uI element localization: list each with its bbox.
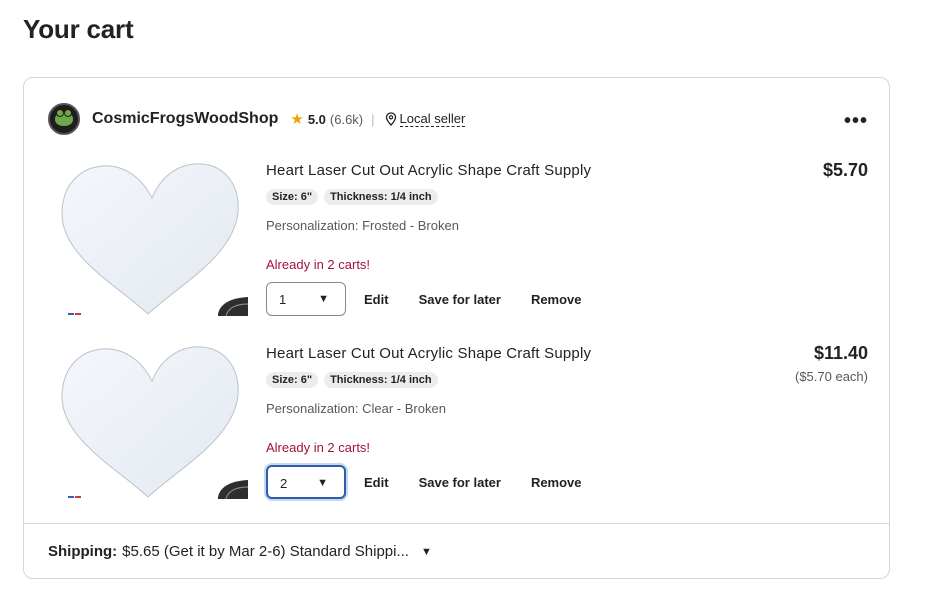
shop-header: CosmicFrogsWoodShop ★ 5.0 (6.6k) | Local… [48,102,868,136]
variant-chips: Size: 6" Thickness: 1/4 inch [266,372,438,388]
item-controls: 1 ▼ Edit Save for later Remove [266,282,582,316]
save-for-later-button[interactable]: Save for later [419,475,501,490]
item-price: $11.40 [813,343,868,363]
edit-button[interactable]: Edit [364,475,389,490]
local-seller-link[interactable]: Local seller [399,111,466,127]
quantity-value: 2 [280,476,288,491]
personalization-text: Personalization: Clear - Broken [266,401,446,416]
shop-cart-card: CosmicFrogsWoodShop ★ 5.0 (6.6k) | Local… [23,77,890,579]
shop-rating-count: (6.6k) [329,111,364,127]
star-icon: ★ [290,110,304,128]
remove-button[interactable]: Remove [531,292,582,307]
item-title-link[interactable]: Heart Laser Cut Out Acrylic Shape Craft … [266,162,591,179]
variant-chips: Size: 6" Thickness: 1/4 inch [266,189,438,205]
cart-alert: Already in 2 carts! [266,440,371,455]
variant-chip: Thickness: 1/4 inch [324,189,438,205]
map-pin-icon [385,112,396,126]
separator: | [371,111,375,127]
divider [24,523,889,524]
quantity-value: 1 [279,292,287,307]
page-title: Your cart [23,14,134,44]
variant-chip: Size: 6" [266,189,319,205]
shop-name-link[interactable]: CosmicFrogsWoodShop [92,110,278,128]
product-image[interactable] [48,339,248,499]
variant-chip: Thickness: 1/4 inch [324,372,438,388]
shop-avatar[interactable] [48,103,80,135]
cart-alert: Already in 2 carts! [266,257,371,272]
shipping-details: $5.65 (Get it by Mar 2-6) Standard Shipp… [122,543,409,560]
shop-rating: 5.0 [307,111,326,127]
product-image[interactable] [48,156,248,316]
variant-chip: Size: 6" [266,372,319,388]
item-title-link[interactable]: Heart Laser Cut Out Acrylic Shape Craft … [266,345,591,362]
remove-button[interactable]: Remove [531,475,582,490]
cart-item: Heart Laser Cut Out Acrylic Shape Craft … [48,339,868,509]
quantity-select[interactable]: 2 ▼ [266,465,346,499]
chevron-down-icon: ▼ [317,477,328,489]
shipping-label: Shipping: [48,543,118,560]
edit-button[interactable]: Edit [364,292,389,307]
quantity-select[interactable]: 1 ▼ [266,282,346,316]
personalization-text: Personalization: Frosted - Broken [266,218,459,233]
cart-item: Heart Laser Cut Out Acrylic Shape Craft … [48,156,868,326]
item-unit-price: ($5.70 each) [795,369,868,384]
frog-logo-icon [55,109,73,126]
shipping-row[interactable]: Shipping: $5.65 (Get it by Mar 2-6) Stan… [48,543,432,560]
more-options-icon[interactable]: ••• [844,110,868,133]
item-controls: 2 ▼ Edit Save for later Remove [266,465,582,499]
chevron-down-icon: ▼ [318,293,329,305]
chevron-down-icon[interactable]: ▼ [421,546,432,558]
item-price: $5.70 [822,160,868,180]
save-for-later-button[interactable]: Save for later [419,292,501,307]
